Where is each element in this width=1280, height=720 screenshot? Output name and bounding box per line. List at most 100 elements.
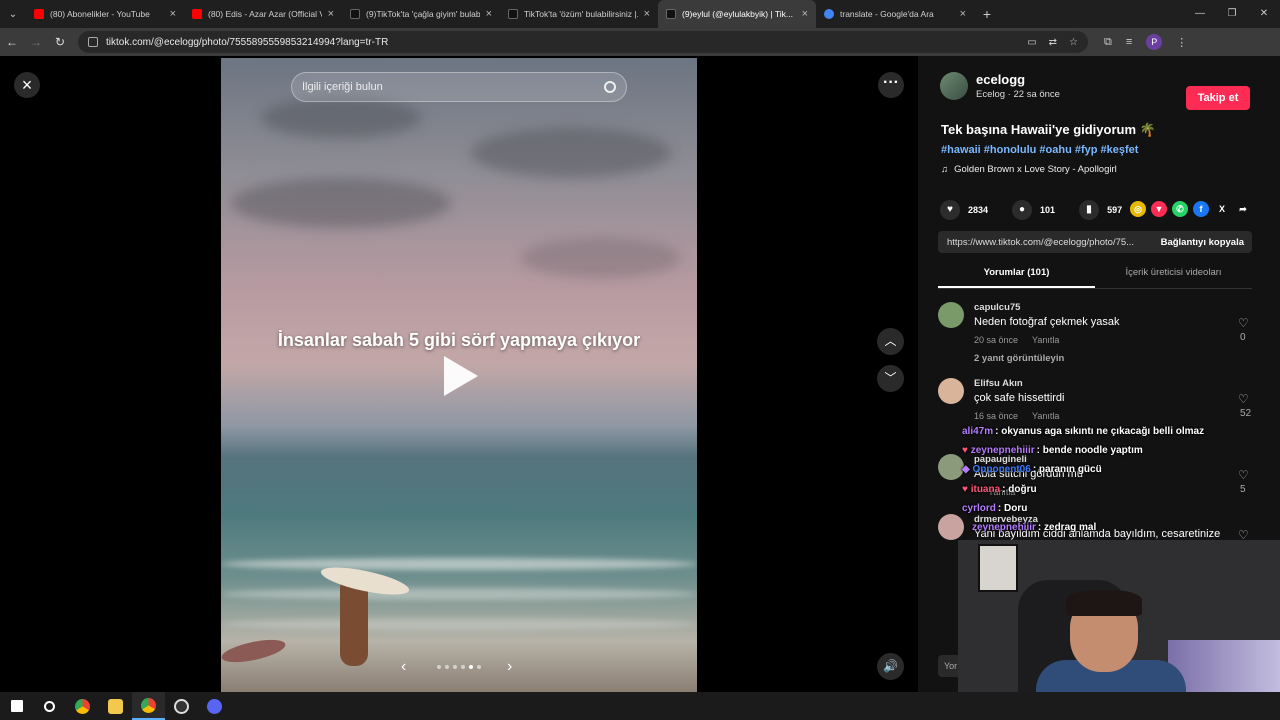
- reload-icon[interactable]: ↻: [48, 35, 72, 49]
- previous-post-icon[interactable]: ︿: [877, 328, 904, 355]
- tab-tiktok-eylul[interactable]: (9)eylul (@eylulakbyik) | Tik... ×: [658, 0, 816, 28]
- close-tab-icon[interactable]: ×: [170, 8, 176, 20]
- carousel-dot-active[interactable]: [469, 665, 473, 669]
- follow-button[interactable]: Takip et: [1186, 86, 1250, 110]
- panel-tabs: Yorumlar (101) İçerik üreticisi videolar…: [938, 261, 1252, 289]
- forward-icon[interactable]: →: [24, 35, 48, 49]
- close-tab-icon[interactable]: ×: [328, 8, 334, 20]
- commenter-username[interactable]: capulcu75: [974, 302, 1020, 313]
- url-text: tiktok.com/@ecelogg/photo/75558955598532…: [106, 36, 389, 48]
- close-icon[interactable]: ×: [14, 72, 40, 98]
- bookmark-star-icon[interactable]: ☆: [1069, 37, 1078, 48]
- music-info[interactable]: ♫ Golden Brown x Love Story - Apollogirl: [941, 164, 1117, 175]
- view-replies-link[interactable]: 2 yanıt görüntüleyin: [974, 353, 1064, 364]
- translate-icon[interactable]: ⇄: [1049, 37, 1057, 48]
- share-buttons: ◎ ▼ ✆ f X ➦: [1130, 201, 1251, 217]
- close-tab-icon[interactable]: ×: [486, 8, 492, 20]
- windows-start-icon[interactable]: [0, 692, 33, 720]
- file-explorer-icon[interactable]: [99, 692, 132, 720]
- install-app-icon[interactable]: ▭: [1027, 37, 1036, 48]
- chat-message: cyrlord: Doru: [962, 503, 1027, 514]
- chrome-active-icon[interactable]: [132, 692, 165, 720]
- obs-icon[interactable]: [165, 692, 198, 720]
- tab-youtube-edis[interactable]: (80) Edis - Azar Azar (Official Vi... ×: [184, 0, 342, 28]
- embed-icon[interactable]: ◎: [1130, 201, 1146, 217]
- restore-icon[interactable]: ❐: [1216, 0, 1248, 28]
- url-bar[interactable]: tiktok.com/@ecelogg/photo/75558955598532…: [78, 31, 1088, 53]
- facebook-icon[interactable]: f: [1193, 201, 1209, 217]
- like-heart-icon[interactable]: ♥: [940, 200, 960, 220]
- profile-avatar[interactable]: P: [1146, 34, 1163, 50]
- chat-badge-icon: ◆: [962, 464, 973, 475]
- more-options-icon[interactable]: ···: [878, 72, 904, 98]
- carousel-dot[interactable]: [461, 665, 465, 669]
- search-icon[interactable]: [33, 692, 66, 720]
- related-search-box[interactable]: [291, 72, 627, 102]
- tab-tiktok-ozum[interactable]: TikTok'ta 'özüm' bulabilirsiniz |... ×: [500, 0, 658, 28]
- tab-creator-videos[interactable]: İçerik üreticisi videoları: [1095, 261, 1252, 288]
- address-toolbar: ← → ↻ tiktok.com/@ecelogg/photo/75558955…: [0, 28, 1280, 56]
- comment-like-icon[interactable]: ♡: [1238, 392, 1249, 406]
- carousel-dot[interactable]: [453, 665, 457, 669]
- comment-text: çok safe hissettirdi: [974, 392, 1065, 404]
- carousel-dot[interactable]: [445, 665, 449, 669]
- play-icon[interactable]: [444, 356, 478, 396]
- whatsapp-icon[interactable]: ✆: [1172, 201, 1188, 217]
- post-link-row: https://www.tiktok.com/@ecelogg/photo/75…: [938, 231, 1252, 253]
- close-window-icon[interactable]: ✕: [1248, 0, 1280, 28]
- carousel-dot[interactable]: [477, 665, 481, 669]
- carousel-prev-icon[interactable]: ‹: [401, 658, 406, 676]
- reading-list-icon[interactable]: ≡: [1126, 36, 1132, 48]
- x-twitter-icon[interactable]: X: [1214, 201, 1230, 217]
- browser-menu-icon[interactable]: ⋮: [1176, 36, 1187, 49]
- chat-text: : zedrag mal: [1037, 522, 1097, 533]
- commenter-avatar[interactable]: [938, 302, 964, 328]
- new-tab-button[interactable]: +: [974, 6, 1000, 22]
- comment-like-count: 0: [1240, 332, 1246, 343]
- tab-search-menu-icon[interactable]: ⌄: [0, 0, 26, 28]
- back-icon[interactable]: ←: [0, 35, 24, 49]
- chat-badge-icon: ♥: [962, 445, 971, 456]
- reply-link[interactable]: Yanıtla: [1032, 335, 1059, 345]
- author-info[interactable]: ecelogg Ecelog · 22 sa önce: [940, 72, 1060, 100]
- author-username[interactable]: ecelogg: [976, 72, 1060, 87]
- chat-username: zeynepnehiiir: [970, 445, 1035, 456]
- tab-comments[interactable]: Yorumlar (101): [938, 261, 1095, 288]
- close-tab-icon[interactable]: ×: [644, 8, 650, 20]
- chat-message: zeynepnehiiir: zedrag mal: [972, 522, 1096, 533]
- next-post-icon[interactable]: ﹀: [877, 365, 904, 392]
- chrome-icon[interactable]: [66, 692, 99, 720]
- tab-tiktok-cagla[interactable]: (9)TikTok'ta 'çağla giyim' bulabi... ×: [342, 0, 500, 28]
- chat-username: ali47m: [962, 426, 994, 437]
- music-title[interactable]: Golden Brown x Love Story - Apollogirl: [954, 164, 1117, 175]
- volume-icon[interactable]: 🔊: [877, 653, 904, 680]
- discord-icon[interactable]: [198, 692, 231, 720]
- tab-youtube-subscriptions[interactable]: (80) Abonelikler - YouTube ×: [26, 0, 184, 28]
- comment-icon[interactable]: ●: [1012, 200, 1033, 220]
- chat-message: ♥ ituana: doğru: [962, 484, 1037, 495]
- send-to-friends-icon[interactable]: ▼: [1151, 201, 1167, 217]
- post-stats: ♥ 2834 ● 101 ▮ 597: [940, 200, 1122, 220]
- post-hashtags[interactable]: #hawaii #honolulu #oahu #fyp #keşfet: [941, 144, 1138, 156]
- extensions-icon[interactable]: ⧉: [1104, 36, 1112, 49]
- commenter-username[interactable]: Elifsu Akın: [974, 378, 1023, 389]
- author-avatar[interactable]: [940, 72, 968, 100]
- comment-like-icon[interactable]: ♡: [1238, 316, 1249, 330]
- commenter-avatar[interactable]: [938, 378, 964, 404]
- site-info-icon[interactable]: [88, 37, 98, 47]
- bookmark-icon[interactable]: ▮: [1079, 200, 1100, 220]
- tab-google-translate[interactable]: translate - Google'da Ara ×: [816, 0, 974, 28]
- chat-username: zeynepnehiiir: [972, 522, 1036, 533]
- chat-text: : Doru: [997, 503, 1028, 514]
- reply-link[interactable]: Yanıtla: [1032, 411, 1059, 421]
- share-arrow-icon[interactable]: ➦: [1235, 201, 1251, 217]
- close-tab-icon[interactable]: ×: [960, 8, 966, 20]
- post-link-text[interactable]: https://www.tiktok.com/@ecelogg/photo/75…: [938, 237, 1153, 248]
- search-icon[interactable]: [604, 81, 616, 93]
- copy-link-button[interactable]: Bağlantıyı kopyala: [1153, 237, 1252, 248]
- carousel-dot[interactable]: [437, 665, 441, 669]
- carousel-next-icon[interactable]: ›: [507, 658, 512, 676]
- minimize-icon[interactable]: —: [1184, 0, 1216, 28]
- close-tab-icon[interactable]: ×: [802, 8, 808, 20]
- related-search-input[interactable]: [302, 81, 604, 93]
